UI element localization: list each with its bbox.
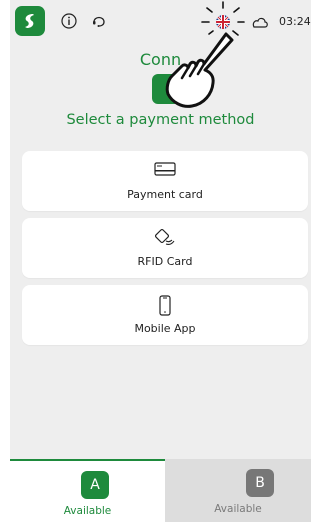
payment-method-heading: Select a payment method bbox=[66, 112, 255, 128]
smartphone-icon bbox=[22, 295, 308, 317]
mobile-app-label: Mobile App bbox=[134, 322, 196, 335]
info-icon[interactable] bbox=[60, 12, 78, 34]
connector-b-status: Available bbox=[214, 503, 262, 515]
connector-tab-b[interactable]: B Available bbox=[165, 459, 311, 522]
rfid-card-icon bbox=[22, 228, 308, 248]
rfid-card-option[interactable]: RFID Card bbox=[22, 218, 308, 278]
connector-b-badge: B bbox=[246, 469, 274, 497]
credit-card-icon bbox=[22, 161, 308, 177]
pointing-hand-icon bbox=[165, 32, 234, 108]
clock-time: 03:24 bbox=[279, 15, 311, 28]
support-headset-icon[interactable] bbox=[89, 11, 109, 35]
charger-screen: 03:24 Conn Select a payment method Payme… bbox=[10, 0, 311, 524]
cloud-icon bbox=[248, 14, 270, 34]
rfid-card-label: RFID Card bbox=[137, 255, 193, 268]
mobile-app-option[interactable]: Mobile App bbox=[22, 285, 308, 345]
connector-tab-a[interactable]: A Available bbox=[10, 459, 165, 524]
payment-card-label: Payment card bbox=[127, 188, 203, 201]
payment-card-option[interactable]: Payment card bbox=[22, 151, 308, 211]
app-logo-icon[interactable] bbox=[15, 6, 45, 36]
connector-a-badge: A bbox=[81, 471, 109, 499]
connector-a-status: Available bbox=[63, 505, 112, 517]
